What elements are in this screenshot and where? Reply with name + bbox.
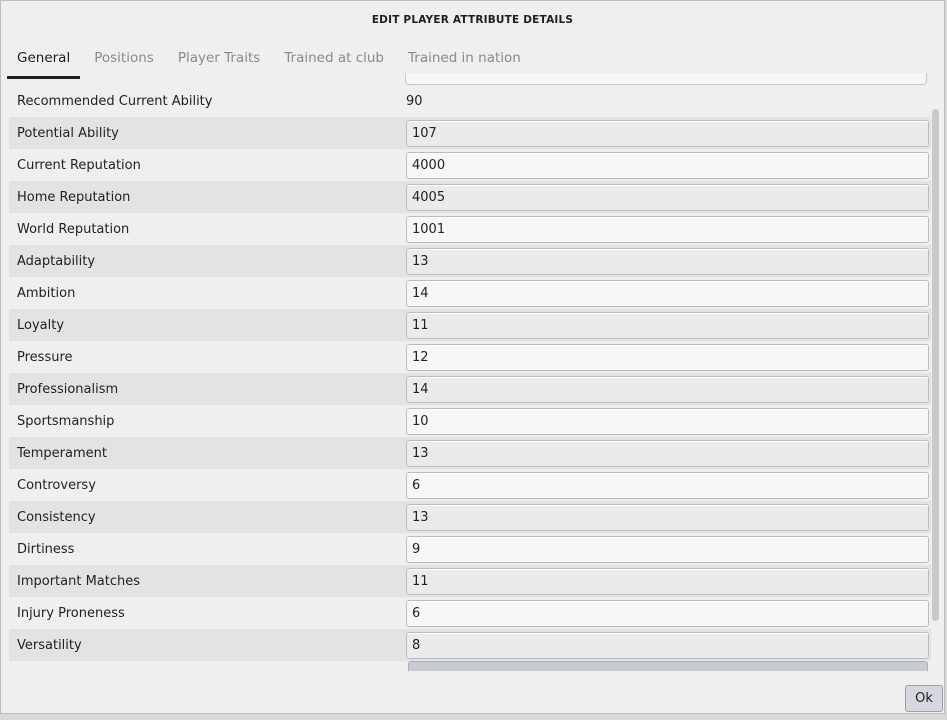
row-pressure: Pressure 12 xyxy=(9,341,931,373)
consistency-input[interactable]: 13 xyxy=(406,504,929,531)
row-label: Sportsmanship xyxy=(17,413,115,429)
ok-button[interactable]: Ok xyxy=(905,685,943,712)
row-ambition: Ambition 14 xyxy=(9,277,931,309)
versatility-input[interactable]: 8 xyxy=(406,632,929,659)
row-injury-proneness: Injury Proneness 6 xyxy=(9,597,931,629)
ambition-input[interactable]: 14 xyxy=(406,280,929,307)
row-current-reputation: Current Reputation 4000 xyxy=(9,149,931,181)
vertical-scrollbar[interactable] xyxy=(932,109,939,621)
row-label: World Reputation xyxy=(17,221,130,237)
row-professionalism: Professionalism 14 xyxy=(9,373,931,405)
row-adaptability: Adaptability 13 xyxy=(9,245,931,277)
professionalism-input[interactable]: 14 xyxy=(406,376,929,403)
row-label: Dirtiness xyxy=(17,541,75,557)
dirtiness-input[interactable]: 9 xyxy=(406,536,929,563)
dialog-title: EDIT PLAYER ATTRIBUTE DETAILS xyxy=(371,14,574,26)
row-label: Current Reputation xyxy=(17,157,141,173)
row-potential-ability: Potential Ability 107 xyxy=(9,117,931,149)
temperament-input[interactable]: 13 xyxy=(406,440,929,467)
row-label: Potential Ability xyxy=(17,125,119,141)
row-label: Important Matches xyxy=(17,573,141,589)
row-label: Versatility xyxy=(17,637,82,653)
important-matches-input[interactable]: 11 xyxy=(406,568,929,595)
attributes-scroll-area[interactable]: Recommended Current Ability 90 Potential… xyxy=(9,73,931,671)
attribute-rows: Recommended Current Ability 90 Potential… xyxy=(9,85,931,661)
row-label: Pressure xyxy=(17,349,73,365)
edit-player-dialog: EDIT PLAYER ATTRIBUTE DETAILS General Po… xyxy=(0,0,945,714)
row-label: Controversy xyxy=(17,477,96,493)
row-loyalty: Loyalty 11 xyxy=(9,309,931,341)
row-home-reputation: Home Reputation 4005 xyxy=(9,181,931,213)
pressure-input[interactable]: 12 xyxy=(406,344,929,371)
partial-field-bottom[interactable] xyxy=(408,661,928,671)
row-label: Loyalty xyxy=(17,317,65,333)
row-label: Ambition xyxy=(17,285,76,301)
sportsmanship-input[interactable]: 10 xyxy=(406,408,929,435)
row-dirtiness: Dirtiness 9 xyxy=(9,533,931,565)
partial-field-top[interactable] xyxy=(405,73,927,85)
potential-ability-input[interactable]: 107 xyxy=(406,120,929,147)
row-sportsmanship: Sportsmanship 10 xyxy=(9,405,931,437)
row-consistency: Consistency 13 xyxy=(9,501,931,533)
row-important-matches: Important Matches 11 xyxy=(9,565,931,597)
row-label: Consistency xyxy=(17,509,96,525)
row-label: Adaptability xyxy=(17,253,96,269)
row-recommended-current-ability: Recommended Current Ability 90 xyxy=(9,85,931,117)
adaptability-input[interactable]: 13 xyxy=(406,248,929,275)
row-controversy: Controversy 6 xyxy=(9,469,931,501)
row-label: Home Reputation xyxy=(17,189,131,205)
row-temperament: Temperament 13 xyxy=(9,437,931,469)
row-versatility: Versatility 8 xyxy=(9,629,931,661)
row-label: Temperament xyxy=(17,445,107,461)
home-reputation-input[interactable]: 4005 xyxy=(406,184,929,211)
row-label: Recommended Current Ability xyxy=(17,93,213,109)
row-world-reputation: World Reputation 1001 xyxy=(9,213,931,245)
recommended-current-ability-value: 90 xyxy=(406,93,423,109)
row-label: Professionalism xyxy=(17,381,119,397)
world-reputation-input[interactable]: 1001 xyxy=(406,216,929,243)
current-reputation-input[interactable]: 4000 xyxy=(406,152,929,179)
loyalty-input[interactable]: 11 xyxy=(406,312,929,339)
row-label: Injury Proneness xyxy=(17,605,125,621)
injury-proneness-input[interactable]: 6 xyxy=(406,600,929,627)
controversy-input[interactable]: 6 xyxy=(406,472,929,499)
